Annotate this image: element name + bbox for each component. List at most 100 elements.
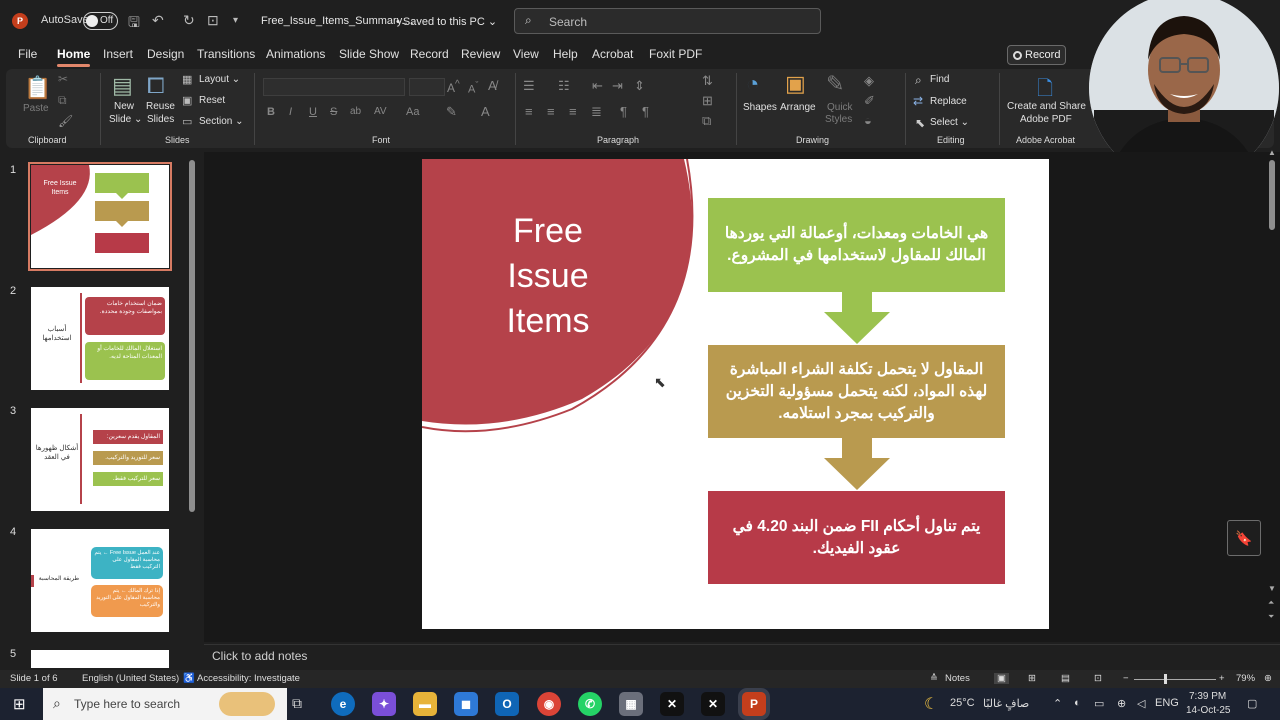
- shapes-icon[interactable]: ◔: [746, 71, 759, 97]
- notification-icon[interactable]: ▢: [1247, 697, 1257, 710]
- bookmark-icon[interactable]: 🔖: [1227, 520, 1261, 556]
- tab-transitions[interactable]: Transitions: [197, 47, 255, 61]
- slide-title[interactable]: Free Issue Items: [478, 209, 618, 344]
- customize-qat-icon[interactable]: ▾: [233, 15, 238, 26]
- quick-styles-icon[interactable]: ✎: [826, 71, 844, 97]
- editor-scrollbar[interactable]: [1269, 160, 1275, 230]
- normal-view-icon[interactable]: ▣: [994, 673, 1009, 684]
- paste-icon[interactable]: 📋: [24, 75, 51, 101]
- align-center-icon[interactable]: ≡: [547, 104, 555, 119]
- powerpoint-taskbar-icon[interactable]: P: [742, 692, 766, 716]
- replace-button[interactable]: Replace: [930, 96, 967, 107]
- file-name[interactable]: Free_Issue_Items_Summary....: [261, 15, 414, 27]
- zoom-slider-thumb[interactable]: [1164, 674, 1167, 684]
- battery-icon[interactable]: ▭: [1094, 697, 1104, 710]
- slide-sorter-icon[interactable]: ⊞: [1028, 673, 1036, 684]
- clock-date[interactable]: 14-Oct-25: [1186, 705, 1230, 716]
- tray-app-icon[interactable]: ◐: [1074, 697, 1081, 709]
- slideshow-icon[interactable]: ⊡: [1094, 673, 1102, 684]
- undo-icon[interactable]: ↶: [152, 12, 164, 29]
- language-indicator[interactable]: English (United States): [82, 673, 179, 684]
- shadow-icon[interactable]: ab: [350, 106, 361, 117]
- tab-design[interactable]: Design: [147, 47, 184, 61]
- notes-toggle[interactable]: Notes: [945, 673, 970, 684]
- tab-file[interactable]: File: [18, 47, 37, 61]
- shapes-label[interactable]: Shapes: [743, 102, 777, 113]
- tab-home[interactable]: Home: [57, 47, 91, 67]
- slide-thumbnail-4[interactable]: طريقة المحاسبة عند العمل Free Issue ← يت…: [31, 529, 169, 632]
- accessibility-status[interactable]: Accessibility: Investigate: [197, 673, 300, 684]
- tab-insert[interactable]: Insert: [103, 47, 133, 61]
- record-button[interactable]: Record: [1007, 45, 1066, 65]
- save-status[interactable]: • Saved to this PC ⌄: [396, 15, 497, 28]
- numbering-icon[interactable]: ☷: [558, 78, 570, 94]
- scroll-down-icon[interactable]: ▼: [1268, 584, 1276, 593]
- prev-slide-icon[interactable]: ⏶: [1268, 598, 1274, 608]
- reading-view-icon[interactable]: ▤: [1061, 673, 1070, 684]
- present-icon[interactable]: ⊡: [207, 12, 219, 29]
- change-case-icon[interactable]: Aa: [406, 106, 419, 118]
- reuse-slides-label[interactable]: Reuse: [146, 101, 175, 112]
- file-explorer-icon[interactable]: ▬: [413, 692, 437, 716]
- find-button[interactable]: Find: [930, 74, 949, 85]
- capcut-icon[interactable]: ✕: [660, 692, 684, 716]
- zoom-level[interactable]: 79%: [1236, 673, 1255, 684]
- layout-button[interactable]: Layout ⌄: [199, 74, 240, 85]
- clock-time[interactable]: 7:39 PM: [1189, 691, 1226, 702]
- tab-animations[interactable]: Animations: [266, 47, 325, 61]
- zoom-slider[interactable]: [1134, 679, 1216, 680]
- highlight-icon[interactable]: ✎: [446, 104, 457, 120]
- flow-box-2[interactable]: المقاول لا يتحمل تكلفة الشراء المباشرة ل…: [708, 345, 1005, 438]
- slide-thumbnail-2[interactable]: أسباب استخدامها ضمان استخدام خامات بمواص…: [31, 287, 169, 390]
- shrink-font-icon[interactable]: Aˇ: [468, 80, 478, 96]
- create-pdf-label2[interactable]: Adobe PDF: [1020, 114, 1072, 125]
- bold-icon[interactable]: B: [267, 106, 275, 118]
- new-slide-label2[interactable]: Slide ⌄: [109, 114, 142, 125]
- arrange-label[interactable]: Arrange: [780, 102, 816, 113]
- shape-fill-icon[interactable]: ◈: [864, 73, 874, 89]
- align-left-icon[interactable]: ≡: [525, 104, 533, 119]
- cut-icon[interactable]: ✂: [58, 72, 68, 86]
- save-icon[interactable]: 🖫: [128, 12, 140, 36]
- bullets-icon[interactable]: ☰: [523, 78, 535, 94]
- chrome-icon[interactable]: ◉: [537, 692, 561, 716]
- zoom-out-icon[interactable]: −: [1123, 673, 1129, 684]
- reuse-slides-label2[interactable]: Slides: [147, 114, 174, 125]
- section-button[interactable]: Section ⌄: [199, 116, 244, 127]
- outlook-icon[interactable]: O: [495, 692, 519, 716]
- strikethrough-icon[interactable]: S: [330, 106, 337, 118]
- reuse-slides-icon[interactable]: ⧠: [147, 73, 165, 99]
- autosave-toggle[interactable]: Off: [83, 12, 118, 30]
- justify-icon[interactable]: ≣: [591, 104, 602, 120]
- calculator-icon[interactable]: ▦: [619, 692, 643, 716]
- edge-icon[interactable]: e: [331, 692, 355, 716]
- grow-font-icon[interactable]: A^: [447, 79, 460, 95]
- tray-chevron-icon[interactable]: ⌃: [1053, 697, 1062, 710]
- next-slide-icon[interactable]: ⏷: [1268, 612, 1274, 622]
- tab-help[interactable]: Help: [553, 47, 578, 61]
- slide-thumbnail-1[interactable]: Free Issue Items: [28, 162, 172, 271]
- capcut-2-icon[interactable]: ✕: [701, 692, 725, 716]
- smartart-icon[interactable]: ⧉: [702, 113, 711, 129]
- new-slide-label[interactable]: New: [114, 101, 134, 112]
- slide-thumbnail-5[interactable]: [31, 650, 169, 668]
- decrease-indent-icon[interactable]: ⇤: [592, 78, 603, 94]
- create-pdf-label[interactable]: Create and Share: [1007, 101, 1086, 112]
- char-spacing-icon[interactable]: AV: [374, 106, 387, 117]
- arrange-icon[interactable]: ▣: [785, 71, 806, 97]
- underline-icon[interactable]: U: [309, 106, 317, 118]
- flow-box-1[interactable]: هي الخامات ومعدات، أوعمالة التي يوردها ا…: [708, 198, 1005, 292]
- font-name-dropdown[interactable]: [263, 78, 405, 96]
- new-slide-icon[interactable]: ▤: [112, 73, 133, 99]
- format-painter-icon[interactable]: 🖌: [58, 114, 73, 128]
- store-icon[interactable]: ◼: [454, 692, 478, 716]
- volume-icon[interactable]: ◁: [1137, 697, 1145, 710]
- tab-foxit-pdf[interactable]: Foxit PDF: [649, 47, 702, 61]
- windows-start-icon[interactable]: ⊞: [13, 695, 26, 713]
- search-box[interactable]: ⌕ Search: [514, 8, 821, 34]
- copilot-icon[interactable]: ✦: [372, 692, 396, 716]
- shape-outline-icon[interactable]: ✐: [864, 93, 875, 109]
- font-size-dropdown[interactable]: [409, 78, 445, 96]
- increase-indent-icon[interactable]: ⇥: [612, 78, 623, 94]
- clear-formatting-icon[interactable]: A̸: [488, 78, 497, 93]
